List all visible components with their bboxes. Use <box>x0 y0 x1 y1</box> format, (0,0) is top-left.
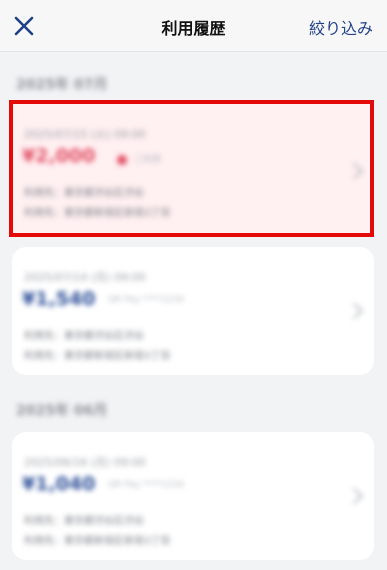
section-title-2025-07: 2025年 07月 <box>16 77 108 93</box>
transaction-card[interactable]: 2025/07/14 (月) 09:00 ¥1,540 QR Pay ****1… <box>12 247 374 375</box>
transaction-card[interactable]: 2025/06/16 (月) 09:00 ¥1,040 QR Pay ****1… <box>12 432 374 560</box>
chevron-right-icon <box>353 488 364 504</box>
alert-dot-icon <box>117 155 127 165</box>
transaction-method: QR Pay ****1234 <box>108 480 184 490</box>
chevron-right-icon <box>353 163 364 179</box>
transaction-detail: 利用先：東京都新宿区新宿3丁目 <box>24 351 171 362</box>
transaction-detail: 利用先：東京都新宿区新宿3丁目 <box>24 208 171 219</box>
transaction-date: 2025/07/14 (月) 09:00 <box>24 271 146 284</box>
transaction-amount: ¥2,000 <box>22 145 96 167</box>
transaction-date: 2025/06/16 (月) 09:00 <box>24 456 146 469</box>
transaction-detail: 利用先：東京都渋谷区渋谷 <box>24 331 144 342</box>
section-title-2025-06: 2025年 06月 <box>16 403 108 419</box>
filter-button[interactable]: 絞り込み <box>309 15 373 39</box>
transaction-date: 2025/07/15 (火) 09:00 <box>24 128 146 141</box>
transaction-method: ご利用 <box>134 155 162 165</box>
transaction-method: QR Pay ****1234 <box>108 295 184 305</box>
chevron-right-icon <box>353 303 364 319</box>
transaction-amount: ¥1,040 <box>22 473 96 495</box>
transaction-detail: 利用先：東京都渋谷区渋谷 <box>24 188 144 199</box>
transaction-detail: 利用先：東京都渋谷区渋谷 <box>24 516 144 527</box>
transaction-detail: 利用先：東京都新宿区新宿3丁目 <box>24 536 171 547</box>
transaction-amount: ¥1,540 <box>22 288 96 310</box>
app-header: 利用履歴 絞り込み <box>0 0 387 52</box>
transaction-card[interactable]: 2025/07/15 (火) 09:00 ¥2,000 ご利用 利用先：東京都渋… <box>12 104 374 233</box>
